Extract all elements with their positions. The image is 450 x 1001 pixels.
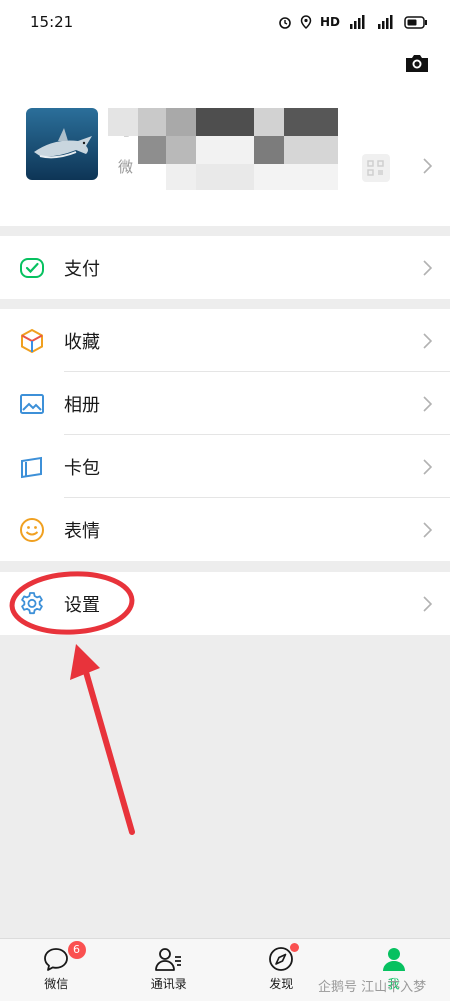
avatar[interactable] <box>26 108 98 180</box>
menu-item-album[interactable]: 相册 <box>0 372 450 435</box>
wechat-pay-icon <box>18 254 46 282</box>
location-icon <box>300 15 312 29</box>
alarm-icon <box>278 15 292 29</box>
settings-group: 设置 <box>0 572 450 635</box>
signal-icon-2 <box>376 15 396 29</box>
card-wallet-icon <box>18 453 46 481</box>
status-icons: HD <box>278 15 428 29</box>
menu-item-favorites[interactable]: 收藏 <box>0 309 450 372</box>
chevron-right-icon <box>423 396 432 412</box>
menu-label-album: 相册 <box>64 391 100 417</box>
gear-icon <box>18 590 46 618</box>
menu-label-cards: 卡包 <box>64 454 100 480</box>
camera-icon[interactable] <box>404 52 430 74</box>
chevron-right-icon <box>423 333 432 349</box>
menu-label-stickers: 表情 <box>64 517 100 543</box>
tab-label-chats: 微信 <box>44 975 68 992</box>
smiley-icon <box>18 516 46 544</box>
tab-contacts[interactable]: 通讯录 <box>113 939 226 1001</box>
tab-label-discover: 发现 <box>269 975 293 992</box>
chevron-right-icon <box>423 260 432 276</box>
main-menu-group: 收藏 相册 卡包 表情 <box>0 309 450 561</box>
menu-item-stickers[interactable]: 表情 <box>0 498 450 561</box>
menu-label-pay: 支付 <box>64 255 100 281</box>
menu-label-favorites: 收藏 <box>64 328 100 354</box>
tab-label-contacts: 通讯录 <box>151 975 187 992</box>
favorites-cube-icon <box>18 327 46 355</box>
tab-chats[interactable]: 6 微信 <box>0 939 113 1001</box>
notification-dot <box>290 943 299 952</box>
battery-icon <box>404 16 428 29</box>
chat-icon <box>42 946 70 972</box>
unread-badge: 6 <box>68 941 86 959</box>
redacted-mosaic <box>108 108 348 192</box>
album-icon <box>18 390 46 418</box>
contacts-icon <box>154 946 184 972</box>
profile-header[interactable]: 手 微 <box>0 44 450 226</box>
status-bar: 15:21 HD <box>0 0 450 44</box>
qr-code-icon[interactable] <box>362 154 390 182</box>
status-time: 15:21 <box>30 13 73 31</box>
chevron-right-icon <box>423 459 432 475</box>
menu-item-settings[interactable]: 设置 <box>0 572 450 635</box>
watermark: 企鹅号 江山不入梦 <box>318 976 426 995</box>
menu-item-pay[interactable]: 支付 <box>0 236 450 299</box>
chevron-right-icon <box>423 522 432 538</box>
annotation-arrow-shaft <box>86 672 132 832</box>
pay-group: 支付 <box>0 236 450 299</box>
chevron-right-icon <box>423 158 432 174</box>
menu-label-settings: 设置 <box>64 591 100 617</box>
menu-item-cards[interactable]: 卡包 <box>0 435 450 498</box>
chevron-right-icon <box>423 596 432 612</box>
annotation-arrow-head <box>70 644 100 680</box>
signal-icon <box>348 15 368 29</box>
me-icon <box>380 946 408 972</box>
hd-label: HD <box>320 15 340 29</box>
